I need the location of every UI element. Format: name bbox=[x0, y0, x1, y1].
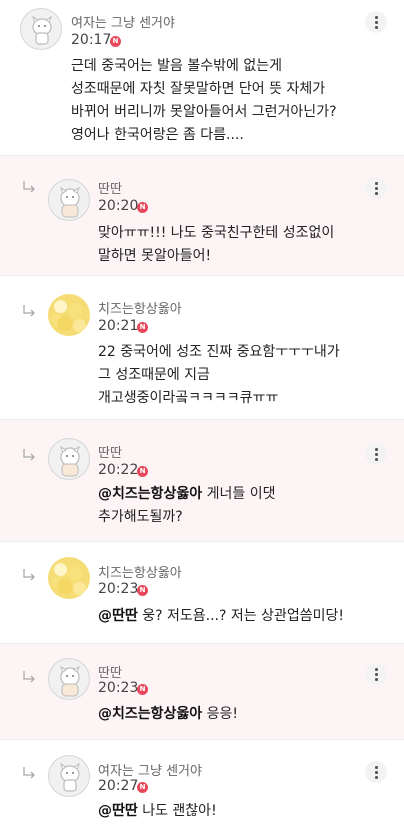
avatar[interactable] bbox=[48, 438, 90, 480]
reply-arrow-icon bbox=[23, 449, 35, 461]
comment-author[interactable]: 딴딴 bbox=[98, 178, 122, 197]
avatar[interactable] bbox=[48, 658, 90, 700]
new-badge: N bbox=[137, 466, 148, 477]
new-badge: N bbox=[137, 202, 148, 213]
comment-author[interactable]: 치즈는항상옳아 bbox=[98, 562, 182, 581]
reply-arrow-icon bbox=[23, 671, 35, 683]
avatar[interactable] bbox=[48, 557, 90, 599]
reply-arrow-icon bbox=[23, 305, 35, 317]
comment-author[interactable]: 딴딴 bbox=[98, 662, 122, 681]
more-options-button[interactable] bbox=[365, 761, 387, 783]
more-options-button[interactable] bbox=[365, 663, 387, 685]
comment-body: 맞아ㅠㅠ!!! 나도 중국친구한테 성조없이 말하면 못알아들어! bbox=[98, 225, 335, 264]
comment-body: 근데 중국어는 발음 볼수밖에 없는게 성조때문에 자칫 잘못말하면 단어 뜻 … bbox=[71, 58, 337, 143]
mention-link[interactable]: @딴딴 bbox=[98, 608, 138, 624]
more-options-button[interactable] bbox=[365, 177, 387, 199]
reply-item: 치즈는항상옳아 20:23 N @딴딴 웅? 저도욤...? 저는 상관업씀미당… bbox=[0, 542, 404, 644]
comment-time: 20:17 bbox=[71, 32, 112, 48]
reply-item: 여자는 그냥 센거야 20:27 N @딴딴 나도 괜찮아! bbox=[0, 740, 404, 833]
avatar[interactable] bbox=[48, 179, 90, 221]
comment-body: @딴딴 웅? 저도욤...? 저는 상관업씀미당! bbox=[98, 608, 344, 624]
new-badge: N bbox=[137, 322, 148, 333]
comment-author[interactable]: 여자는 그냥 센거야 bbox=[71, 12, 175, 31]
reply-item: 딴딴 20:20 N 맞아ㅠㅠ!!! 나도 중국친구한테 성조없이 말하면 못알… bbox=[0, 156, 404, 276]
comment-item: 여자는 그냥 센거야 20:17 N 근데 중국어는 발음 볼수밖에 없는게 성… bbox=[0, 0, 404, 156]
comment-body: @치즈는항상옳아 응응! bbox=[98, 706, 238, 722]
new-badge: N bbox=[110, 36, 121, 47]
mention-link[interactable]: @치즈는항상옳아 bbox=[98, 486, 202, 502]
mention-link[interactable]: @딴딴 bbox=[98, 803, 138, 819]
more-options-button[interactable] bbox=[365, 443, 387, 465]
reply-arrow-icon bbox=[23, 569, 35, 581]
comment-author[interactable]: 여자는 그냥 센거야 bbox=[98, 760, 202, 779]
comment-body: 22 중국어에 성조 진짜 중요함ㅜㅜㅜ내가 그 성조때문에 지금 개고생중이라… bbox=[98, 344, 340, 406]
comment-body: @딴딴 나도 괜찮아! bbox=[98, 803, 217, 819]
comment-author[interactable]: 딴딴 bbox=[98, 442, 122, 461]
reply-item: 딴딴 20:23 N @치즈는항상옳아 응응! bbox=[0, 644, 404, 740]
avatar[interactable] bbox=[20, 8, 62, 50]
comment-feed: 여자는 그냥 센거야 20:17 N 근데 중국어는 발음 볼수밖에 없는게 성… bbox=[0, 0, 404, 833]
new-badge: N bbox=[137, 585, 148, 596]
reply-item: 치즈는항상옳아 20:21 N 22 중국어에 성조 진짜 중요함ㅜㅜㅜ내가 그… bbox=[0, 276, 404, 420]
comment-time: 20:22 bbox=[98, 462, 139, 478]
avatar[interactable] bbox=[48, 294, 90, 336]
comment-time: 20:23 bbox=[98, 680, 139, 696]
reply-arrow-icon bbox=[23, 767, 35, 779]
comment-body: @치즈는항상옳아 게너들 이댓 추가해도될까? bbox=[98, 486, 276, 525]
comment-time: 20:21 bbox=[98, 318, 139, 334]
avatar[interactable] bbox=[48, 755, 90, 797]
comment-author[interactable]: 치즈는항상옳아 bbox=[98, 298, 182, 317]
reply-arrow-icon bbox=[23, 181, 35, 193]
more-options-button[interactable] bbox=[365, 11, 387, 33]
comment-time: 20:20 bbox=[98, 198, 139, 214]
new-badge: N bbox=[137, 684, 148, 695]
reply-item: 딴딴 20:22 N @치즈는항상옳아 게너들 이댓 추가해도될까? bbox=[0, 420, 404, 542]
comment-time: 20:23 bbox=[98, 581, 139, 597]
comment-time: 20:27 bbox=[98, 778, 139, 794]
new-badge: N bbox=[137, 782, 148, 793]
mention-link[interactable]: @치즈는항상옳아 bbox=[98, 706, 202, 722]
